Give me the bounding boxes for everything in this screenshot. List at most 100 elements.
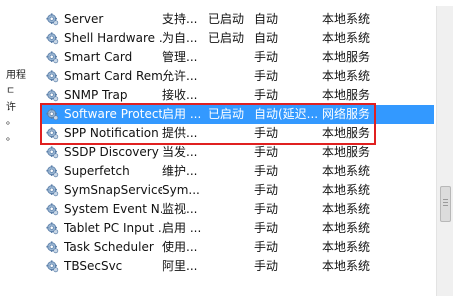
service-gear-icon xyxy=(46,86,62,105)
service-row[interactable]: Server 支持... 已启动 自动 本地系统 xyxy=(42,10,434,29)
vertical-scrollbar[interactable] xyxy=(436,6,453,296)
service-startup-type: 手动 xyxy=(254,126,279,140)
service-status xyxy=(208,219,252,238)
services-list: Server 支持... 已启动 自动 本地系统 Shell Hardware ... 为自… xyxy=(42,10,434,276)
service-row[interactable]: SPP Notification ...提供... 手动 本地服务 xyxy=(42,124,434,143)
service-gear-icon xyxy=(46,124,62,143)
service-startup-type: 手动 xyxy=(254,202,279,216)
service-row[interactable]: Shell Hardware ... 为自... 已启动 自动 本地系统 xyxy=(42,29,434,48)
service-name: Superfetch xyxy=(64,164,130,178)
gutter-text-1: 用程 xyxy=(6,70,26,81)
service-status xyxy=(208,143,252,162)
service-logon-as: 本地系统 xyxy=(322,164,371,178)
service-status xyxy=(208,200,252,219)
gutter-text-4: 。 xyxy=(6,116,16,127)
service-gear-icon xyxy=(46,29,62,48)
service-startup-type: 手动 xyxy=(254,259,279,273)
service-status xyxy=(208,124,252,143)
service-name: SSDP Discovery xyxy=(64,145,159,159)
service-gear-icon xyxy=(46,143,62,162)
service-gear-icon xyxy=(46,200,62,219)
service-description: 启用 ... xyxy=(162,221,202,235)
service-gear-icon xyxy=(46,181,62,200)
service-status: 已启动 xyxy=(208,107,245,121)
service-name: SymSnapService xyxy=(64,183,162,197)
right-edge xyxy=(456,0,476,301)
service-logon-as: 本地系统 xyxy=(322,31,371,45)
service-name: SPP Notification ... xyxy=(64,126,162,140)
service-row[interactable]: Tablet PC Input ... 启用 ... 手动 本地系统 xyxy=(42,219,434,238)
gutter-text-2: ㄷ xyxy=(6,86,16,97)
service-logon-as: 本地系统 xyxy=(322,259,371,273)
service-description: 阿里... xyxy=(162,259,198,273)
grip-line xyxy=(443,205,448,206)
service-startup-type: 自动 xyxy=(254,12,279,26)
service-name: Server xyxy=(64,12,104,26)
service-gear-icon xyxy=(46,105,62,124)
service-status xyxy=(208,162,252,181)
service-description: 为自... xyxy=(162,31,198,45)
service-startup-type: 自动(延迟... xyxy=(254,107,319,121)
service-startup-type: 手动 xyxy=(254,69,279,83)
service-startup-type: 手动 xyxy=(254,145,279,159)
service-status: 已启动 xyxy=(208,12,245,26)
service-description: 提供... xyxy=(162,126,198,140)
service-row[interactable]: System Event N... 监视... 手动 本地系统 xyxy=(42,200,434,219)
service-description: 管理... xyxy=(162,50,198,64)
gutter-text-3: 许 xyxy=(6,102,16,113)
service-logon-as: 本地服务 xyxy=(322,88,371,102)
service-startup-type: 手动 xyxy=(254,164,279,178)
service-logon-as: 本地系统 xyxy=(322,221,371,235)
service-row[interactable]: Superfetch 维护... 手动 本地系统 xyxy=(42,162,434,181)
service-name: Tablet PC Input ... xyxy=(64,221,162,235)
service-name: Shell Hardware ... xyxy=(64,31,162,45)
gutter-text-5: 。 xyxy=(6,132,16,143)
service-row[interactable]: Smart Card Rem...允许... 手动 本地系统 xyxy=(42,67,434,86)
service-logon-as: 本地系统 xyxy=(322,202,371,216)
service-description: 监视... xyxy=(162,202,198,216)
service-row[interactable]: Smart Card 管理... 手动 本地服务 xyxy=(42,48,434,67)
service-row[interactable]: SSDP Discovery 当发... 手动 本地服务 xyxy=(42,143,434,162)
service-startup-type: 手动 xyxy=(254,221,279,235)
left-pane-fragment: 用程 ㄷ 许 。 。 xyxy=(0,0,40,301)
grip-line xyxy=(443,199,448,200)
service-row[interactable]: SymSnapService Sym... 手动 本地系统 xyxy=(42,181,434,200)
service-logon-as: 本地系统 xyxy=(322,12,371,26)
service-gear-icon xyxy=(46,10,62,29)
service-gear-icon xyxy=(46,257,62,276)
service-startup-type: 手动 xyxy=(254,88,279,102)
service-status xyxy=(208,48,252,67)
service-status xyxy=(208,257,252,276)
service-name: Task Scheduler xyxy=(64,240,154,254)
service-gear-icon xyxy=(46,48,62,67)
service-logon-as: 本地服务 xyxy=(322,145,371,159)
service-row[interactable]: SNMP Trap 接收... 手动 本地服务 xyxy=(42,86,434,105)
grip-line xyxy=(443,202,448,203)
scrollbar-thumb[interactable] xyxy=(440,186,451,222)
service-description: 当发... xyxy=(162,145,198,159)
service-name: SNMP Trap xyxy=(64,88,128,102)
service-description: 允许... xyxy=(162,69,198,83)
service-name: Software Protect... xyxy=(64,107,162,121)
service-logon-as: 网络服务 xyxy=(322,107,371,121)
service-description: 使用... xyxy=(162,240,198,254)
service-startup-type: 手动 xyxy=(254,183,279,197)
service-row[interactable]: TBSecSvc 阿里... 手动 本地系统 xyxy=(42,257,434,276)
service-logon-as: 本地服务 xyxy=(322,50,371,64)
service-gear-icon xyxy=(46,67,62,86)
service-description: Sym... xyxy=(162,183,200,197)
service-status: 已启动 xyxy=(208,31,245,45)
service-description: 启用 ... xyxy=(162,107,202,121)
service-status xyxy=(208,181,252,200)
service-gear-icon xyxy=(46,219,62,238)
service-row[interactable]: Software Protect...启用 ... 已启动自动(延迟...网络服务 xyxy=(42,105,434,124)
service-logon-as: 本地服务 xyxy=(322,126,371,140)
service-row[interactable]: Task Scheduler 使用... 手动 本地系统 xyxy=(42,238,434,257)
service-logon-as: 本地系统 xyxy=(322,183,371,197)
service-gear-icon xyxy=(46,238,62,257)
service-status xyxy=(208,67,252,86)
service-description: 接收... xyxy=(162,88,198,102)
service-description: 维护... xyxy=(162,164,198,178)
service-startup-type: 自动 xyxy=(254,31,279,45)
service-status xyxy=(208,238,252,257)
